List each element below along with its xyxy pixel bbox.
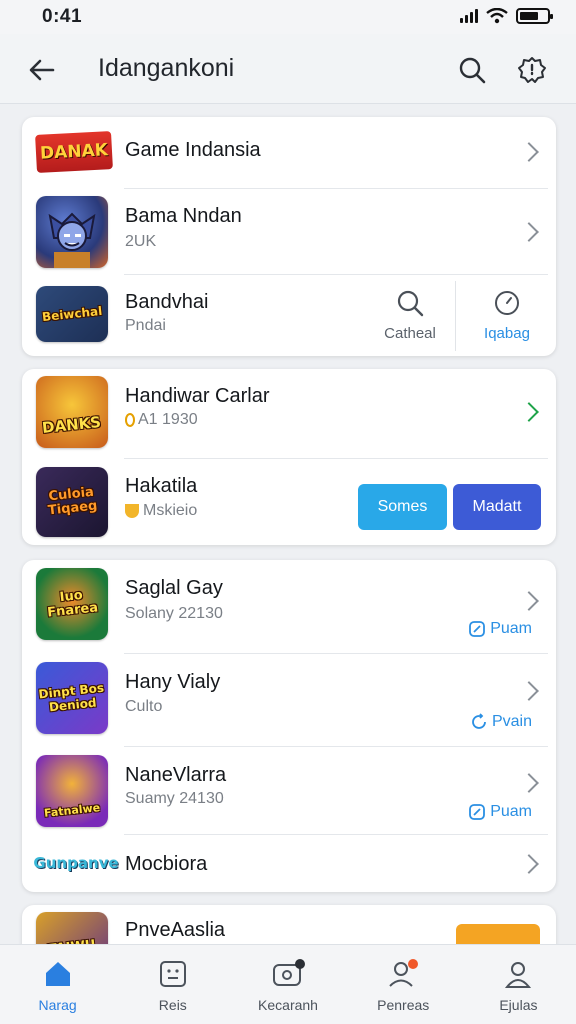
list-item[interactable]: DANKS Handiwar Carlar A1 1930 [22, 369, 556, 459]
madatt-button[interactable]: Madatt [453, 484, 541, 530]
game-thumbnail [36, 196, 108, 268]
status-bar: 0:41 [0, 0, 576, 34]
coin-icon [125, 413, 135, 427]
game-logo: Gunpanve [33, 854, 119, 872]
status-icons [460, 8, 553, 24]
wifi-icon [486, 8, 508, 24]
back-arrow-icon [29, 59, 55, 81]
game-name: Hany Vialy [125, 671, 221, 693]
nav-item-reis[interactable]: Reis [115, 945, 230, 1024]
game-name: Game Indansia [125, 139, 261, 161]
chevron-right-icon [519, 222, 539, 242]
nav-item-ejulas[interactable]: Ejulas [461, 945, 576, 1024]
puam-link[interactable]: Puam [468, 620, 532, 638]
gear-icon [518, 57, 546, 83]
game-thumbnail: Fatnalwe [36, 755, 108, 827]
chevron-right-icon [519, 854, 539, 874]
list-item[interactable]: Dinpt Bos Deniod Hany Vialy Culto Pvain [22, 654, 556, 747]
refresh-icon [472, 713, 486, 729]
list-item[interactable]: DANAK Game Indansia [22, 117, 556, 189]
game-subtitle: Solany 22130 [125, 605, 223, 622]
puam-link[interactable]: Puam [468, 803, 532, 821]
nav-item-penreas[interactable]: Penreas [346, 945, 461, 1024]
game-subtitle: A1 1930 [125, 411, 198, 429]
timer-icon [495, 290, 519, 315]
game-thumbnail: Beiwchal [36, 286, 108, 342]
list-item[interactable]: Fatnalwe NaneVlarra Suamy 24130 Puam [22, 747, 556, 835]
list-item[interactable]: Beiwchal Bandvhai Pndai Catheal Iqabag [22, 275, 556, 356]
profile-icon [505, 962, 532, 988]
somes-button[interactable]: Somes [358, 484, 447, 530]
settings-button[interactable] [512, 50, 552, 90]
game-name: Bama Nndan [125, 205, 242, 227]
signal-icon [460, 9, 478, 23]
list-item[interactable]: Gunpanve Mocbiora [22, 835, 556, 892]
timer-action-button[interactable]: Iqabag [462, 275, 552, 355]
game-name: Handiwar Carlar [125, 385, 270, 407]
game-thumbnail: Iuo Fnarea [36, 568, 108, 640]
chevron-right-icon [519, 402, 539, 422]
search-icon [459, 57, 486, 84]
divider [455, 281, 456, 351]
game-subtitle: Pndai [125, 317, 166, 334]
game-card-2: DANKS Handiwar Carlar A1 1930 Culoia Tiq… [22, 369, 556, 545]
shield-icon [125, 504, 139, 518]
game-logo: DANAK [35, 131, 113, 173]
bottom-navigation: Narag Reis Kecaranh Penreas Ejulas [0, 944, 576, 1024]
game-name: Bandvhai [125, 291, 209, 313]
game-name: Hakatila [125, 475, 198, 497]
search-action-button[interactable]: Catheal [370, 275, 450, 355]
home-icon [45, 962, 70, 986]
chevron-right-icon [519, 591, 539, 611]
user-notification-icon [389, 959, 419, 987]
search-icon [397, 290, 424, 316]
game-subtitle: Suamy 24130 [125, 790, 224, 807]
game-name: PnveAaslia [125, 919, 226, 941]
edit-icon [469, 621, 486, 637]
character-icon [48, 212, 96, 268]
game-card-3: Iuo Fnarea Saglal Gay Solany 22130 Puam … [22, 560, 556, 892]
nav-item-kecaranh[interactable]: Kecaranh [230, 945, 345, 1024]
app-header: Idangankoni [0, 34, 576, 104]
chevron-right-icon [519, 773, 539, 793]
status-time: 0:41 [42, 6, 83, 27]
game-controller-icon [273, 959, 305, 986]
chevron-right-icon [519, 142, 539, 162]
chevron-right-icon [519, 681, 539, 701]
game-subtitle: 2UK [125, 233, 157, 250]
game-thumbnail: Culoia Tiqaeg [36, 467, 108, 537]
back-button[interactable] [24, 52, 60, 88]
page-title: Idangankoni [98, 54, 235, 82]
game-thumbnail: Dinpt Bos Deniod [36, 662, 108, 734]
game-card-1: DANAK Game Indansia Bama Nndan 2UK Beiwc… [22, 117, 556, 356]
game-subtitle: Culto [125, 698, 163, 715]
pvain-link[interactable]: Pvain [470, 713, 532, 731]
list-item[interactable]: Iuo Fnarea Saglal Gay Solany 22130 Puam [22, 560, 556, 654]
scan-icon [159, 961, 186, 987]
nav-item-home[interactable]: Narag [0, 945, 115, 1024]
battery-icon [516, 8, 553, 24]
game-name: NaneVlarra [125, 764, 227, 786]
game-subtitle: Mskieio [125, 502, 197, 520]
edit-icon [469, 804, 486, 820]
list-item[interactable]: Culoia Tiqaeg Hakatila Mskieio Somes Mad… [22, 459, 556, 545]
game-name: Saglal Gay [125, 577, 223, 599]
list-item[interactable]: Bama Nndan 2UK [22, 189, 556, 275]
game-thumbnail: DANKS [36, 376, 108, 448]
search-button[interactable] [452, 50, 492, 90]
game-name: Mocbiora [125, 853, 208, 875]
